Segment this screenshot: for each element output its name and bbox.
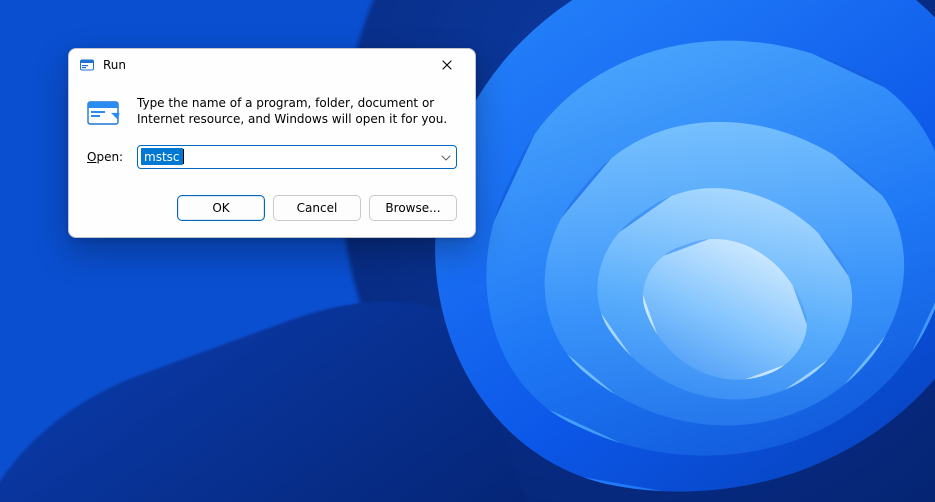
run-dialog: Run Type the name o bbox=[68, 48, 476, 238]
open-combobox[interactable]: mstsc bbox=[137, 145, 457, 169]
browse-button[interactable]: Browse... bbox=[369, 195, 457, 221]
dialog-button-row: OK Cancel Browse... bbox=[69, 181, 475, 237]
run-graphic-icon bbox=[87, 97, 123, 127]
ok-button[interactable]: OK bbox=[177, 195, 265, 221]
dialog-content: Type the name of a program, folder, docu… bbox=[69, 81, 475, 181]
run-app-icon bbox=[79, 57, 95, 73]
dialog-description: Type the name of a program, folder, docu… bbox=[137, 95, 457, 127]
cancel-button[interactable]: Cancel bbox=[273, 195, 361, 221]
dialog-title: Run bbox=[103, 58, 126, 72]
close-button[interactable] bbox=[425, 51, 469, 79]
open-label: Open: bbox=[87, 150, 127, 164]
close-icon bbox=[442, 60, 452, 70]
titlebar[interactable]: Run bbox=[69, 49, 475, 81]
open-input[interactable] bbox=[137, 145, 457, 169]
desktop: Run Type the name o bbox=[0, 0, 935, 502]
